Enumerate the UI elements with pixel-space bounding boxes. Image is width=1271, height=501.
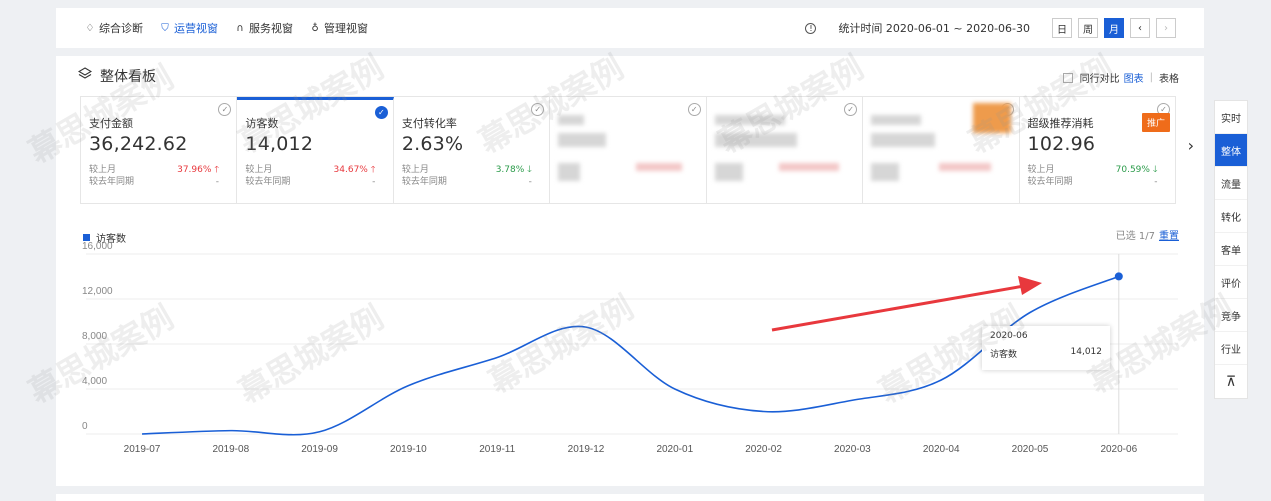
chart-tooltip: 2020-06 访客数 14,012 bbox=[982, 326, 1110, 370]
tooltip-label: 访客数 bbox=[990, 350, 1018, 360]
x-tick-label: 2020-02 bbox=[745, 444, 782, 455]
prev-period-button[interactable]: ‹ bbox=[1130, 18, 1150, 38]
x-tick-label: 2020-03 bbox=[834, 444, 871, 455]
sidebar-item-overall[interactable]: 整体 bbox=[1215, 134, 1247, 167]
next-period-button[interactable]: › bbox=[1156, 18, 1176, 38]
y-tick-label: 12,000 bbox=[82, 286, 113, 297]
sidebar-item-realtime[interactable]: 实时 bbox=[1215, 101, 1247, 134]
tab-management-view[interactable]: ♁ 管理视窗 bbox=[309, 20, 368, 36]
shield-icon: ⛉ bbox=[161, 22, 169, 34]
tab-label: 服务视窗 bbox=[249, 22, 293, 35]
tooltip-title: 2020-06 bbox=[990, 331, 1028, 341]
tooltip-value: 14,012 bbox=[1070, 347, 1103, 357]
visitors-line-chart: 0 4,000 8,000 12,000 16,000 2019-07 2019-08 201… bbox=[82, 241, 1178, 455]
sidebar-item-conversion[interactable]: 转化 bbox=[1215, 200, 1247, 233]
sidebar-item-competition[interactable]: 竞争 bbox=[1215, 299, 1247, 332]
sidebar-item-traffic[interactable]: 流量 bbox=[1215, 167, 1247, 200]
x-tick-label: 2019-08 bbox=[212, 444, 249, 455]
sidebar-item-avg-order[interactable]: 客单 bbox=[1215, 233, 1247, 266]
y-tick-label: 4,000 bbox=[82, 376, 107, 387]
series-line-visitors bbox=[141, 275, 1120, 436]
x-tick-label: 2019-09 bbox=[301, 444, 338, 455]
x-tick-label: 2019-12 bbox=[568, 444, 605, 455]
y-tick-label: 16,000 bbox=[82, 241, 113, 252]
period-day-button[interactable]: 日 bbox=[1052, 18, 1072, 38]
annotation-arrow bbox=[771, 284, 1025, 332]
period-week-button[interactable]: 周 bbox=[1078, 18, 1098, 38]
tab-label: 管理视窗 bbox=[324, 22, 368, 35]
right-nav-sidebar: 实时 整体 流量 转化 客单 评价 竞争 行业 ⊼ bbox=[1214, 100, 1248, 399]
sidebar-item-industry[interactable]: 行业 bbox=[1215, 332, 1247, 365]
back-to-top-icon[interactable]: ⊼ bbox=[1215, 365, 1247, 398]
tab-comprehensive-diagnosis[interactable]: ♢ 综合诊断 bbox=[84, 20, 143, 36]
x-tick-label: 2020-01 bbox=[656, 444, 693, 455]
annotation-arrow-head bbox=[1018, 276, 1042, 295]
data-point bbox=[1114, 272, 1123, 281]
y-tick-label: 0 bbox=[82, 421, 88, 432]
x-tick-label: 2019-10 bbox=[390, 444, 427, 455]
top-nav-bar: ♢ 综合诊断 ⛉ 运营视窗 ∩ 服务视窗 ♁ 管理视窗 ! 统计时间 2020-… bbox=[56, 8, 1204, 48]
period-controls: ! 统计时间 2020-06-01 ~ 2020-06-30 日 周 月 ‹ › bbox=[805, 18, 1176, 38]
sidebar-item-reviews[interactable]: 评价 bbox=[1215, 266, 1247, 299]
overview-panel: 整体看板 同行对比 图表 | 表格 ✓ 支付金额 36,242.62 较上月 37… bbox=[56, 56, 1204, 486]
info-icon[interactable]: ! bbox=[805, 22, 817, 34]
x-tick-label: 2020-06 bbox=[1100, 444, 1137, 455]
view-tabs: ♢ 综合诊断 ⛉ 运营视窗 ∩ 服务视窗 ♁ 管理视窗 bbox=[84, 20, 368, 36]
x-tick-label: 2019-07 bbox=[124, 444, 161, 455]
x-tick-label: 2020-05 bbox=[1012, 444, 1049, 455]
period-range-text: 统计时间 2020-06-01 ~ 2020-06-30 bbox=[838, 22, 1030, 35]
next-panel-edge bbox=[56, 494, 1204, 501]
headset-icon: ∩ bbox=[236, 22, 244, 34]
diagnosis-icon: ♢ bbox=[85, 22, 95, 34]
tab-label: 运营视窗 bbox=[174, 22, 218, 35]
tab-service-view[interactable]: ∩ 服务视窗 bbox=[234, 20, 293, 36]
x-tick-label: 2020-04 bbox=[923, 444, 960, 455]
bulb-icon: ♁ bbox=[311, 22, 319, 34]
tab-operation-view[interactable]: ⛉ 运营视窗 bbox=[159, 20, 218, 36]
tab-label: 综合诊断 bbox=[99, 22, 143, 35]
period-month-button[interactable]: 月 bbox=[1104, 18, 1124, 38]
y-tick-label: 8,000 bbox=[82, 331, 107, 342]
x-tick-label: 2019-11 bbox=[479, 444, 515, 455]
